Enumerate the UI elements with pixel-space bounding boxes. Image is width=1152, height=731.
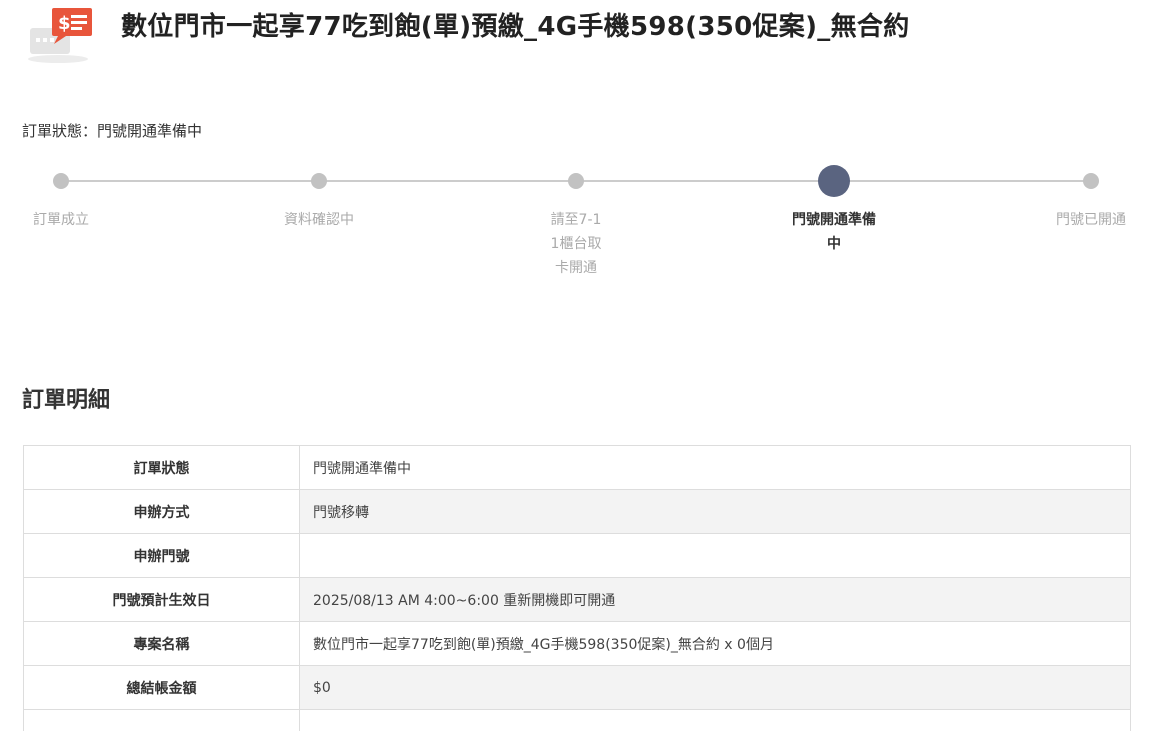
row-label: 訂單狀態 (24, 446, 300, 489)
row-label: 申辦門號 (24, 534, 300, 577)
receipt-dollar-icon: $ (24, 4, 96, 64)
page-title: 數位門市一起享77吃到飽(單)預繳_4G手機598(350促案)_無合約 (121, 12, 910, 42)
table-row: 專案名稱 數位門市一起享77吃到飽(單)預繳_4G手機598(350促案)_無合… (24, 622, 1130, 666)
row-value (300, 710, 1130, 731)
row-label: 申辦方式 (24, 490, 300, 533)
page: $ 數位門市一起享77吃到飽(單)預繳_4G手機598(350促案)_無合約 訂… (0, 0, 1152, 731)
row-value (300, 534, 1130, 577)
order-details-title: 訂單明細 (22, 388, 111, 413)
step-dot-active (818, 165, 850, 197)
order-status-label: 訂單狀態： (22, 122, 98, 140)
row-label: 門號預計生效日 (24, 578, 300, 621)
row-value: 數位門市一起享77吃到飽(單)預繳_4G手機598(350促案)_無合約 x 0… (300, 622, 1130, 665)
row-value: 2025/08/13 AM 4:00~6:00 重新開機即可開通 (300, 578, 1130, 621)
order-status-line: 訂單狀態：門號開通準備中 (22, 120, 202, 141)
step-dot (1083, 173, 1099, 189)
step-dot (311, 173, 327, 189)
order-details-table: 訂單狀態 門號開通準備中 申辦方式 門號移轉 申辦門號 門號預計生效日 2025… (23, 445, 1131, 731)
progress-stepper: 訂單成立 資料確認中 請至7-11櫃台取卡開通 門號開通準備中 門號已開通 (0, 160, 1152, 290)
order-status-value: 門號開通準備中 (97, 122, 203, 140)
table-row: 申辦門號 (24, 534, 1130, 578)
step-dot (53, 173, 69, 189)
step-label: 訂單成立 (33, 212, 89, 228)
row-label (24, 710, 300, 731)
table-row: 門號預計生效日 2025/08/13 AM 4:00~6:00 重新開機即可開通 (24, 578, 1130, 622)
svg-text:$: $ (58, 13, 71, 34)
row-value: $0 (300, 666, 1130, 709)
step-label: 資料確認中 (284, 212, 354, 228)
table-row (24, 710, 1130, 731)
table-row: 總結帳金額 $0 (24, 666, 1130, 710)
table-row: 訂單狀態 門號開通準備中 (24, 446, 1130, 490)
row-label: 總結帳金額 (24, 666, 300, 709)
row-value: 門號移轉 (300, 490, 1130, 533)
step-label: 門號已開通 (1056, 212, 1126, 228)
row-value: 門號開通準備中 (300, 446, 1130, 489)
row-label: 專案名稱 (24, 622, 300, 665)
step-dot (568, 173, 584, 189)
step-label: 門號開通準備中 (792, 212, 876, 252)
table-row: 申辦方式 門號移轉 (24, 490, 1130, 534)
step-label: 請至7-11櫃台取卡開通 (550, 212, 602, 276)
